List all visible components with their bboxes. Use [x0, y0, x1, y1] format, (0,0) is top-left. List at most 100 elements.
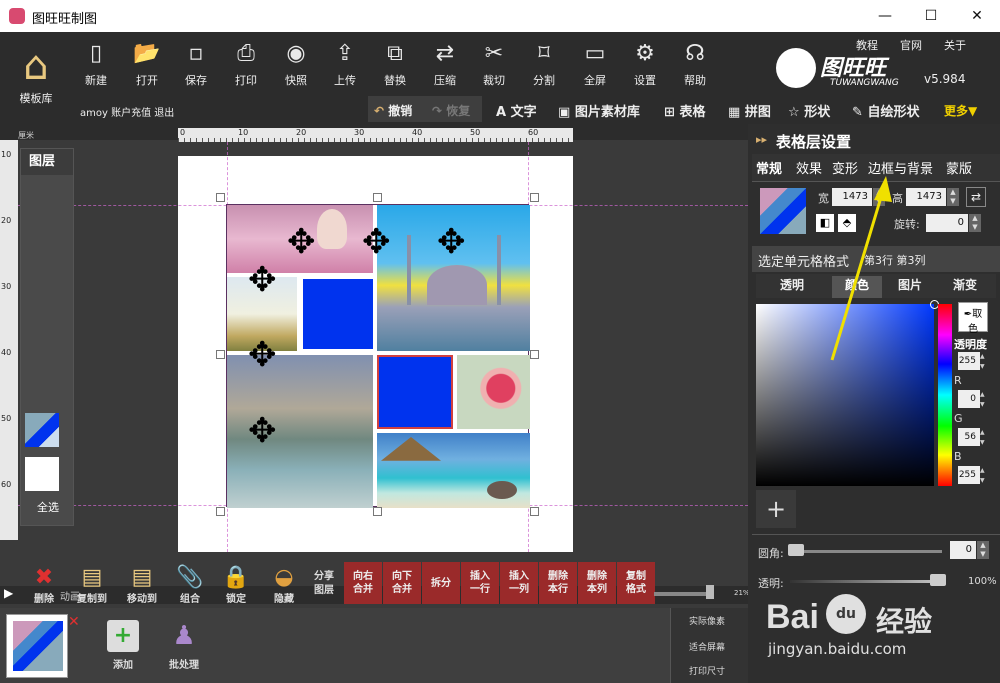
maximize-button[interactable]: ☐	[908, 0, 954, 32]
tab-gradient[interactable]: 渐变	[940, 276, 990, 298]
print-button[interactable]: ⎙ 打印	[223, 38, 269, 88]
redo-button[interactable]: ↷ 恢复	[432, 102, 470, 126]
color-steppers[interactable]: ▲ ▼ ▲ ▼ ▲ ▼ ▲ ▼	[980, 352, 990, 484]
g-input[interactable]: 56	[958, 428, 980, 446]
split-cell-button[interactable]: 拆分	[422, 562, 460, 604]
corner-slider[interactable]	[788, 550, 942, 553]
more-menu[interactable]: 更多▼	[944, 102, 977, 126]
help-button[interactable]: ☊ 帮助	[672, 38, 718, 88]
corner-slider-thumb[interactable]	[788, 544, 804, 556]
new-button[interactable]: ▯ 新建	[73, 38, 119, 88]
link-about[interactable]: 关于	[944, 37, 966, 53]
move-handle-icon[interactable]: ✥	[248, 414, 277, 448]
collage-tool-button[interactable]: ▦ 拼图	[728, 101, 771, 125]
zoom-slider-thumb[interactable]	[706, 585, 714, 599]
move-handle-icon[interactable]: ✥	[287, 225, 316, 259]
resize-handle[interactable]	[373, 507, 382, 516]
share-layer-button[interactable]: 分享 图层	[306, 570, 342, 598]
merge-right-button[interactable]: 向右 合并	[344, 562, 382, 604]
corner-stepper[interactable]: ▲ ▼	[977, 541, 989, 559]
transparency-slider[interactable]	[790, 580, 946, 583]
resize-handle[interactable]	[530, 350, 539, 359]
page-thumbnail-1[interactable]	[6, 614, 68, 678]
tab-effects[interactable]: 效果	[796, 158, 822, 180]
move-handle-icon[interactable]: ✥	[362, 225, 391, 259]
eyedropper-button[interactable]: ✒取色	[958, 302, 988, 335]
select-all-button[interactable]: 全选	[21, 499, 75, 515]
layer-thumb-table[interactable]	[25, 413, 59, 447]
template-library-button[interactable]: ⌂ 模板库	[10, 42, 62, 106]
corner-input[interactable]: 0	[950, 541, 976, 559]
delete-button[interactable]: ✖ 删除	[22, 566, 66, 606]
crop-button[interactable]: ✂ 裁切	[471, 38, 517, 88]
cell-blue-2-selected[interactable]	[377, 355, 453, 429]
transparency-slider-thumb[interactable]	[930, 574, 946, 586]
move-handle-icon[interactable]: ✥	[248, 338, 277, 372]
resize-handle[interactable]	[530, 193, 539, 202]
fullscreen-button[interactable]: ▭ 全屏	[572, 38, 618, 88]
close-button[interactable]: ✕	[954, 0, 1000, 32]
b-input[interactable]: 255	[958, 466, 980, 484]
close-icon[interactable]: ✕	[68, 614, 80, 630]
settings-button[interactable]: ⚙ 设置	[622, 38, 668, 88]
swap-size-icon[interactable]: ⇄	[966, 187, 986, 207]
split-button[interactable]: ⌑ 分割	[521, 38, 567, 88]
actual-pixels-button[interactable]: 实际像素	[689, 614, 725, 627]
fit-screen-button[interactable]: 适合屏幕	[689, 640, 725, 653]
recharge-link[interactable]: 账户充值	[111, 108, 151, 119]
table-tool-button[interactable]: ⊞ 表格	[664, 101, 705, 125]
rotate-input[interactable]: 0	[926, 214, 968, 232]
resize-handle[interactable]	[373, 193, 382, 202]
resize-handle[interactable]	[216, 193, 225, 202]
play-icon[interactable]: ▶	[4, 586, 13, 600]
add-page-button[interactable]: + 添加	[104, 620, 142, 671]
hide-button[interactable]: ◒ 隐藏	[262, 566, 306, 606]
text-tool-button[interactable]: A 文字	[496, 101, 537, 125]
shape-tool-button[interactable]: ☆ 形状	[788, 101, 830, 125]
logout-link[interactable]: 退出	[154, 108, 174, 119]
rotate-stepper[interactable]: ▲ ▼	[969, 214, 981, 232]
layer-thumb-background[interactable]	[25, 457, 59, 491]
move-handle-icon[interactable]: ✥	[437, 225, 466, 259]
hue-slider[interactable]	[938, 304, 952, 486]
move-handle-icon[interactable]: ✥	[248, 263, 277, 297]
cell-blue-1[interactable]	[303, 279, 373, 349]
undo-button[interactable]: ↶ 撤销	[374, 102, 412, 126]
height-input[interactable]: 1473	[906, 188, 946, 206]
resize-handle[interactable]	[216, 350, 225, 359]
lock-button[interactable]: 🔒 锁定	[214, 566, 258, 606]
cell-photo-flower[interactable]	[457, 355, 530, 429]
delete-column-button[interactable]: 删除 本列	[578, 562, 616, 604]
copy-format-button[interactable]: 复制 格式	[617, 562, 655, 604]
insert-row-button[interactable]: 插入 一行	[461, 562, 499, 604]
save-button[interactable]: ▫ 保存	[173, 38, 219, 88]
group-button[interactable]: 📎 组合	[168, 566, 212, 606]
link-website[interactable]: 官网	[900, 37, 922, 53]
move-to-button[interactable]: ▤ 移动到	[120, 566, 164, 606]
merge-down-button[interactable]: 向下 合并	[383, 562, 421, 604]
batch-process-button[interactable]: ♟ 批处理	[164, 620, 204, 671]
print-size-button[interactable]: 打印尺寸	[689, 664, 725, 677]
resize-handle[interactable]	[216, 507, 225, 516]
tab-general[interactable]: 常规	[756, 158, 782, 180]
image-library-button[interactable]: ▣ 图片素材库	[558, 101, 640, 125]
compress-button[interactable]: ⇄ 压缩	[422, 38, 468, 88]
r-input[interactable]: 0	[958, 390, 980, 408]
resize-handle[interactable]	[530, 507, 539, 516]
tab-transparent[interactable]: 透明	[766, 276, 818, 298]
delete-row-button[interactable]: 删除 本行	[539, 562, 577, 604]
copy-to-button[interactable]: ▤ 复制到	[70, 566, 114, 606]
upload-button[interactable]: ⇪ 上传	[322, 38, 368, 88]
add-color-button[interactable]: +	[756, 490, 796, 528]
replace-button[interactable]: ⧉ 替换	[372, 38, 418, 88]
zoom-slider[interactable]	[654, 592, 706, 596]
cell-photo-beach[interactable]	[377, 433, 530, 508]
minimize-button[interactable]: —	[862, 0, 908, 32]
height-stepper[interactable]: ▲ ▼	[947, 188, 959, 206]
open-button[interactable]: 📂 打开	[124, 38, 170, 88]
snapshot-button[interactable]: ◉ 快照	[273, 38, 319, 88]
insert-column-button[interactable]: 插入 一列	[500, 562, 538, 604]
tab-mask[interactable]: 蒙版	[946, 158, 972, 180]
freeform-tool-button[interactable]: ✎ 自绘形状	[852, 101, 919, 125]
opacity-input[interactable]: 255	[958, 352, 980, 370]
